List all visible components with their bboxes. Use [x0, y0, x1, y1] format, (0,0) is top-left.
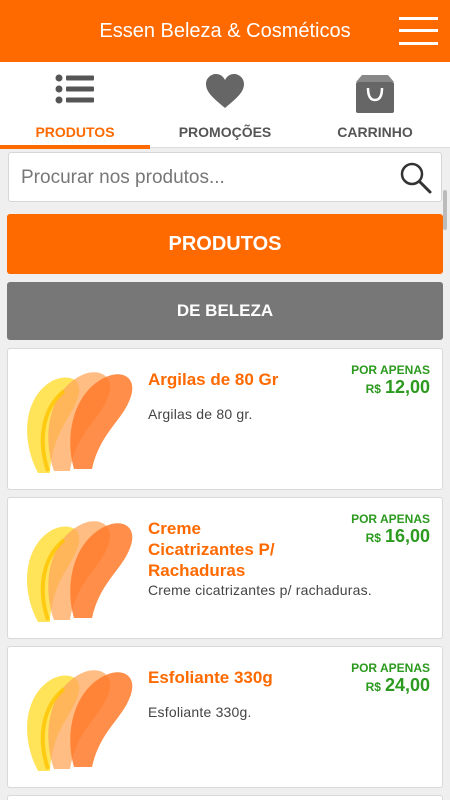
product-description: Esfoliante 330g. — [148, 704, 252, 720]
product-name: Esfoliante 330g — [148, 668, 273, 687]
price-value: 24,00 — [384, 675, 430, 695]
product-name: Creme Cicatrizantes P/ Rachaduras — [148, 519, 275, 580]
price-value: 16,00 — [384, 526, 430, 546]
product-price: R$ 24,00 — [366, 675, 430, 696]
shopping-bag-icon — [356, 75, 394, 113]
scrollbar-thumb[interactable] — [443, 190, 447, 230]
tab-carrinho-label: CARRINHO — [337, 124, 413, 140]
price-value: 12,00 — [384, 377, 430, 397]
tab-bar: PRODUTOS PROMOÇÕES CARRINHO — [0, 62, 450, 149]
app-title: Essen Beleza & Cosméticos — [99, 20, 351, 42]
product-image — [27, 372, 133, 473]
tab-promocoes[interactable]: PROMOÇÕES — [150, 62, 300, 148]
produtos-button[interactable]: PRODUTOS — [7, 214, 443, 274]
tab-produtos-label: PRODUTOS — [35, 124, 115, 140]
product-description: Argilas de 80 gr. — [148, 406, 253, 422]
search-bar — [8, 152, 442, 202]
currency: R$ — [365, 382, 381, 396]
product-card[interactable]: Creme Cicatrizantes P/ Rachaduras Creme … — [7, 497, 443, 639]
app-header: Essen Beleza & Cosméticos — [0, 0, 450, 62]
currency: R$ — [365, 680, 381, 694]
product-card[interactable]: Esfoliante 330g Esfoliante 330g. POR APE… — [7, 646, 443, 788]
product-image — [27, 670, 133, 771]
search-input[interactable] — [21, 163, 391, 193]
product-card[interactable]: Argilas de 80 Gr Argilas de 80 gr. POR A… — [7, 348, 443, 490]
list-icon — [55, 74, 94, 104]
tab-promocoes-label: PROMOÇÕES — [178, 124, 272, 140]
product-price: R$ 16,00 — [366, 526, 430, 547]
tab-carrinho[interactable]: CARRINHO — [300, 62, 450, 148]
heart-icon — [206, 74, 244, 108]
price-prefix: POR APENAS — [351, 661, 430, 675]
product-card[interactable] — [7, 795, 443, 800]
active-tab-indicator — [0, 145, 150, 149]
tab-produtos[interactable]: PRODUTOS — [0, 62, 150, 149]
product-description: Creme cicatrizantes p/ rachaduras. — [148, 582, 372, 598]
product-image — [27, 521, 133, 622]
search-icon[interactable] — [399, 161, 433, 195]
product-price: R$ 12,00 — [366, 377, 430, 398]
price-prefix: POR APENAS — [351, 363, 430, 377]
price-prefix: POR APENAS — [351, 512, 430, 526]
currency: R$ — [365, 531, 381, 545]
menu-icon[interactable] — [399, 17, 438, 45]
product-name: Argilas de 80 Gr — [148, 370, 279, 389]
category-button[interactable]: DE BELEZA — [7, 282, 443, 340]
